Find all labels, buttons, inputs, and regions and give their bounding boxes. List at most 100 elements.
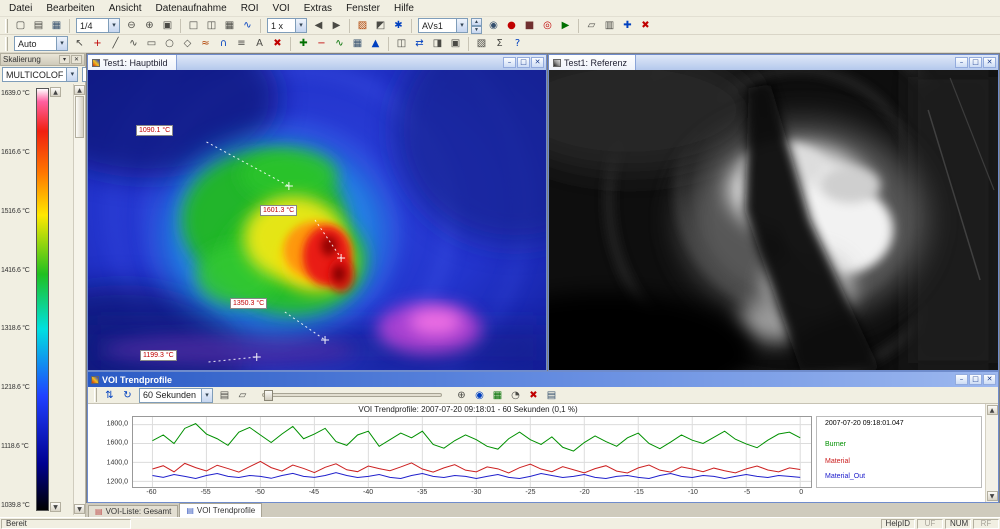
print-preview-icon[interactable]: ▤ — [543, 388, 560, 403]
reference-image[interactable] — [549, 70, 998, 370]
scroll-down-icon[interactable]: ▼ — [74, 504, 85, 514]
zoom-select-icon[interactable]: ⊕ — [453, 388, 470, 403]
tab-voi-liste[interactable]: ▤ VOI-Liste: Gesamt — [88, 505, 178, 517]
spin-up-icon[interactable]: ▲ — [471, 18, 482, 26]
reference-window-tab[interactable]: Test1: Referenz — [549, 55, 636, 70]
stop-icon[interactable]: ■ — [521, 18, 538, 33]
link-images-icon[interactable]: ⇄ — [411, 36, 428, 51]
histogram-view-icon[interactable]: ∿ — [239, 18, 256, 33]
refresh-icon[interactable]: ↻ — [119, 388, 136, 403]
close-button[interactable]: ✕ — [531, 57, 544, 68]
single-image-icon[interactable]: □ — [185, 18, 202, 33]
reference-window-titlebar[interactable]: Test1: Referenz –□✕ — [549, 55, 998, 70]
export-table-icon[interactable]: ▦ — [489, 388, 506, 403]
dock-button[interactable]: ▾ — [59, 55, 70, 64]
save-icon[interactable]: ▦ — [48, 18, 65, 33]
time-position-slider[interactable] — [262, 393, 442, 397]
new-image-icon[interactable]: ▢ — [12, 18, 29, 33]
time-axis-icon[interactable]: ◔ — [507, 388, 524, 403]
auto-scale-icon[interactable]: ✱ — [390, 18, 407, 33]
autoscroll-icon[interactable]: ⇅ — [101, 388, 118, 403]
scrollbar-thumb[interactable] — [75, 96, 84, 138]
main-window-tab[interactable]: Test1: Hauptbild — [88, 55, 177, 70]
play-icon[interactable]: ▶ — [557, 18, 574, 33]
point-tool-icon[interactable]: + — [89, 36, 106, 51]
restore-button[interactable]: □ — [969, 374, 982, 385]
chevron-down-icon[interactable]: ▾ — [456, 19, 467, 32]
trend-window-titlebar[interactable]: VOI Trendprofile –□✕ — [88, 372, 998, 387]
trend-chart-icon[interactable]: ∿ — [331, 36, 348, 51]
histogram-tool-icon[interactable]: ≡ — [233, 36, 250, 51]
show-points-icon[interactable]: ◉ — [471, 388, 488, 403]
menu-voi[interactable]: VOI — [265, 2, 296, 15]
view-3d-icon[interactable]: ▲ — [367, 36, 384, 51]
toolbar-grip[interactable] — [5, 37, 8, 51]
menu-ansicht[interactable]: Ansicht — [102, 2, 149, 15]
minimize-button[interactable]: – — [955, 374, 968, 385]
menu-datenaufnahme[interactable]: Datenaufnahme — [149, 2, 234, 15]
chevron-down-icon[interactable]: ▾ — [66, 68, 77, 81]
ellipse-roi-icon[interactable]: ○ — [161, 36, 178, 51]
close-button[interactable]: ✕ — [983, 374, 996, 385]
record-icon[interactable]: ● — [503, 18, 520, 33]
correction-icon[interactable]: Σ — [491, 36, 508, 51]
camera-icon[interactable]: ◉ — [485, 18, 502, 33]
chevron-down-icon[interactable]: ▾ — [56, 37, 67, 50]
plot-area[interactable] — [132, 416, 812, 488]
close-button[interactable]: ✕ — [983, 57, 996, 68]
minimize-button[interactable]: – — [955, 57, 968, 68]
print-icon[interactable]: ▤ — [216, 388, 233, 403]
line-tool-icon[interactable]: ╱ — [107, 36, 124, 51]
avs-combo[interactable]: AVs1 ▾ — [418, 18, 468, 33]
fullscreen-icon[interactable]: ▣ — [447, 36, 464, 51]
restore-button[interactable]: □ — [517, 57, 530, 68]
trend-scrollbar[interactable]: ▲ ▼ — [985, 404, 998, 502]
profile-icon[interactable]: ∩ — [215, 36, 232, 51]
menu-fenster[interactable]: Fenster — [339, 2, 387, 15]
prev-frame-icon[interactable]: ◀ — [310, 18, 327, 33]
rect-roi-icon[interactable]: ▭ — [143, 36, 160, 51]
palette-icon[interactable]: ▨ — [354, 18, 371, 33]
info-icon[interactable]: ? — [509, 36, 526, 51]
voi-remove-icon[interactable]: − — [313, 36, 330, 51]
scale-down-button[interactable]: ▼ — [50, 502, 61, 512]
voi-add-icon[interactable]: ✚ — [295, 36, 312, 51]
menu-hilfe[interactable]: Hilfe — [387, 2, 421, 15]
menu-extras[interactable]: Extras — [297, 2, 339, 15]
scale-up-button[interactable]: ▲ — [50, 87, 61, 97]
palette-colorbar[interactable] — [36, 88, 49, 511]
thermal-image[interactable]: 1090.1 °C 1601.3 °C 1350.3 °C 1199.3 °C — [88, 70, 546, 370]
text-tool-icon[interactable]: A — [251, 36, 268, 51]
main-window-titlebar[interactable]: Test1: Hauptbild –□✕ — [88, 55, 546, 70]
toolbar-grip[interactable] — [5, 19, 8, 33]
avs-spinner[interactable]: ▲ ▼ — [471, 18, 482, 33]
zoom-out-icon[interactable]: ⊖ — [123, 18, 140, 33]
open-icon[interactable]: ▤ — [30, 18, 47, 33]
copy-icon[interactable]: ▱ — [583, 18, 600, 33]
clear-chart-icon[interactable]: ✖ — [525, 388, 542, 403]
close-button[interactable]: ✕ — [71, 55, 82, 64]
next-frame-icon[interactable]: ▶ — [328, 18, 345, 33]
chevron-down-icon[interactable]: ▾ — [295, 19, 306, 32]
chevron-down-icon[interactable]: ▾ — [201, 389, 212, 402]
pointer-tool-icon[interactable]: ↖ — [71, 36, 88, 51]
grid-image-icon[interactable]: ▦ — [221, 18, 238, 33]
alarm-icon[interactable]: ✖ — [637, 18, 654, 33]
dual-image-icon[interactable]: ◫ — [203, 18, 220, 33]
scroll-up-icon[interactable]: ▲ — [74, 85, 85, 95]
scroll-up-icon[interactable]: ▲ — [987, 405, 998, 415]
tab-voi-trendprofile[interactable]: ▤ VOI Trendprofile — [179, 503, 262, 517]
scale-factor-combo[interactable]: 1 x ▾ — [267, 18, 307, 33]
voi-table-icon[interactable]: ▦ — [349, 36, 366, 51]
interval-combo[interactable]: 60 Sekunden ▾ — [139, 388, 213, 403]
menu-bearbeiten[interactable]: Bearbeiten — [39, 2, 101, 15]
isotherm-icon[interactable]: ≈ — [197, 36, 214, 51]
zoom-level-combo[interactable]: 1/4 ▾ — [76, 18, 120, 33]
polygon-roi-icon[interactable]: ◇ — [179, 36, 196, 51]
zoom-fit-icon[interactable]: ▣ — [159, 18, 176, 33]
delete-roi-icon[interactable]: ✖ — [269, 36, 286, 51]
zoom-in-icon[interactable]: ⊕ — [141, 18, 158, 33]
spin-down-icon[interactable]: ▼ — [471, 26, 482, 34]
minimize-button[interactable]: – — [503, 57, 516, 68]
menu-roi[interactable]: ROI — [234, 2, 266, 15]
